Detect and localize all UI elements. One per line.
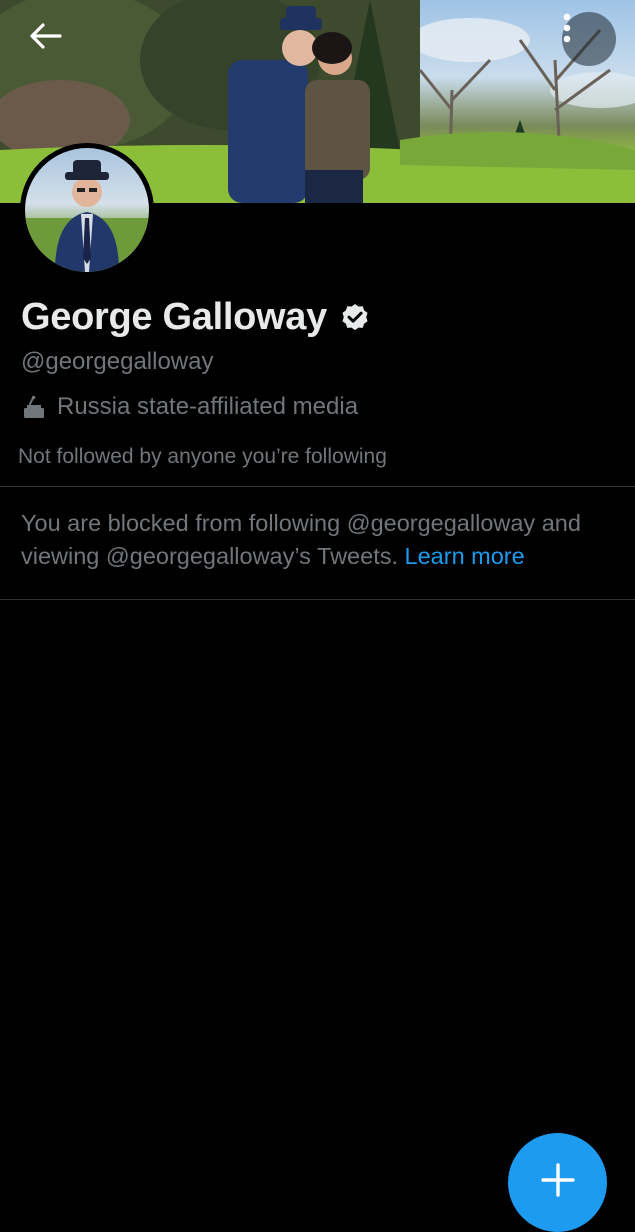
followers-you-know: Not followed by anyone you’re following <box>18 445 387 468</box>
learn-more-link[interactable]: Learn more <box>405 543 525 569</box>
profile-handle: @georgegalloway <box>21 348 214 375</box>
avatar-photo <box>25 148 149 272</box>
state-media-podium-icon <box>24 395 44 418</box>
arrow-left-icon <box>30 23 62 49</box>
divider <box>0 599 635 600</box>
blocked-notice: You are blocked from following @georgega… <box>21 507 621 573</box>
compose-tweet-button[interactable] <box>508 1133 607 1232</box>
state-media-label-text: Russia state-affiliated media <box>57 393 359 420</box>
back-button[interactable] <box>28 22 72 58</box>
profile-name-row: George Galloway <box>21 296 371 339</box>
more-options-button[interactable] <box>562 12 616 66</box>
avatar[interactable] <box>20 143 154 277</box>
verified-badge-icon[interactable] <box>339 302 371 334</box>
state-media-label[interactable]: Russia state-affiliated media <box>21 393 358 421</box>
display-name: George Galloway <box>21 296 327 338</box>
plus-icon <box>540 1163 575 1197</box>
three-dots-vertical-icon <box>563 13 571 43</box>
divider <box>0 486 635 487</box>
